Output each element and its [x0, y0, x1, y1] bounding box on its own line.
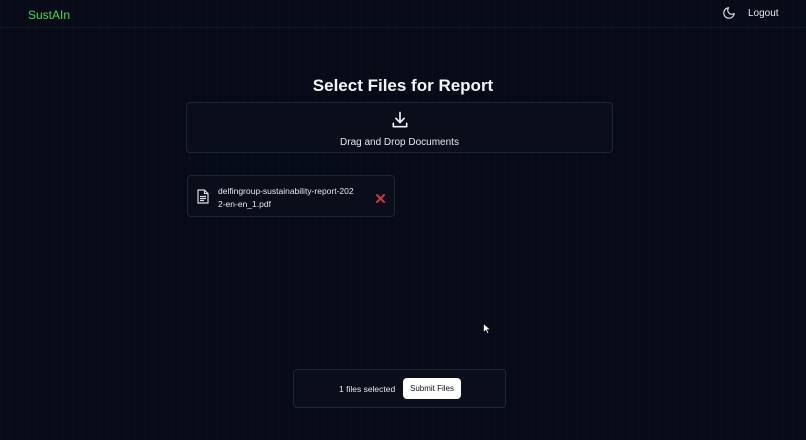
files-selected-count: 1 files selected [339, 384, 396, 394]
mouse-cursor-icon [483, 321, 492, 335]
file-name: delfingroup-sustainability-report-2022-e… [218, 186, 354, 209]
brand-logo[interactable]: SustAIn [28, 8, 70, 22]
file-item: delfingroup-sustainability-report-2022-e… [187, 175, 395, 217]
document-icon [197, 189, 209, 204]
close-icon[interactable] [375, 191, 386, 203]
file-dropzone[interactable]: Drag and Drop Documents [186, 102, 613, 153]
dropzone-label: Drag and Drop Documents [340, 137, 459, 148]
page-title: Select Files for Report [312, 76, 494, 95]
moon-icon[interactable] [721, 5, 737, 21]
submit-files-button[interactable]: Submit Files [403, 378, 461, 399]
submit-panel: 1 files selected Submit Files [293, 369, 506, 408]
logout-button[interactable]: Logout [748, 8, 779, 19]
top-bar: SustAIn Logout [0, 0, 806, 28]
download-icon [390, 110, 410, 130]
page: SustAIn Logout Select Files for Report D… [0, 0, 806, 440]
